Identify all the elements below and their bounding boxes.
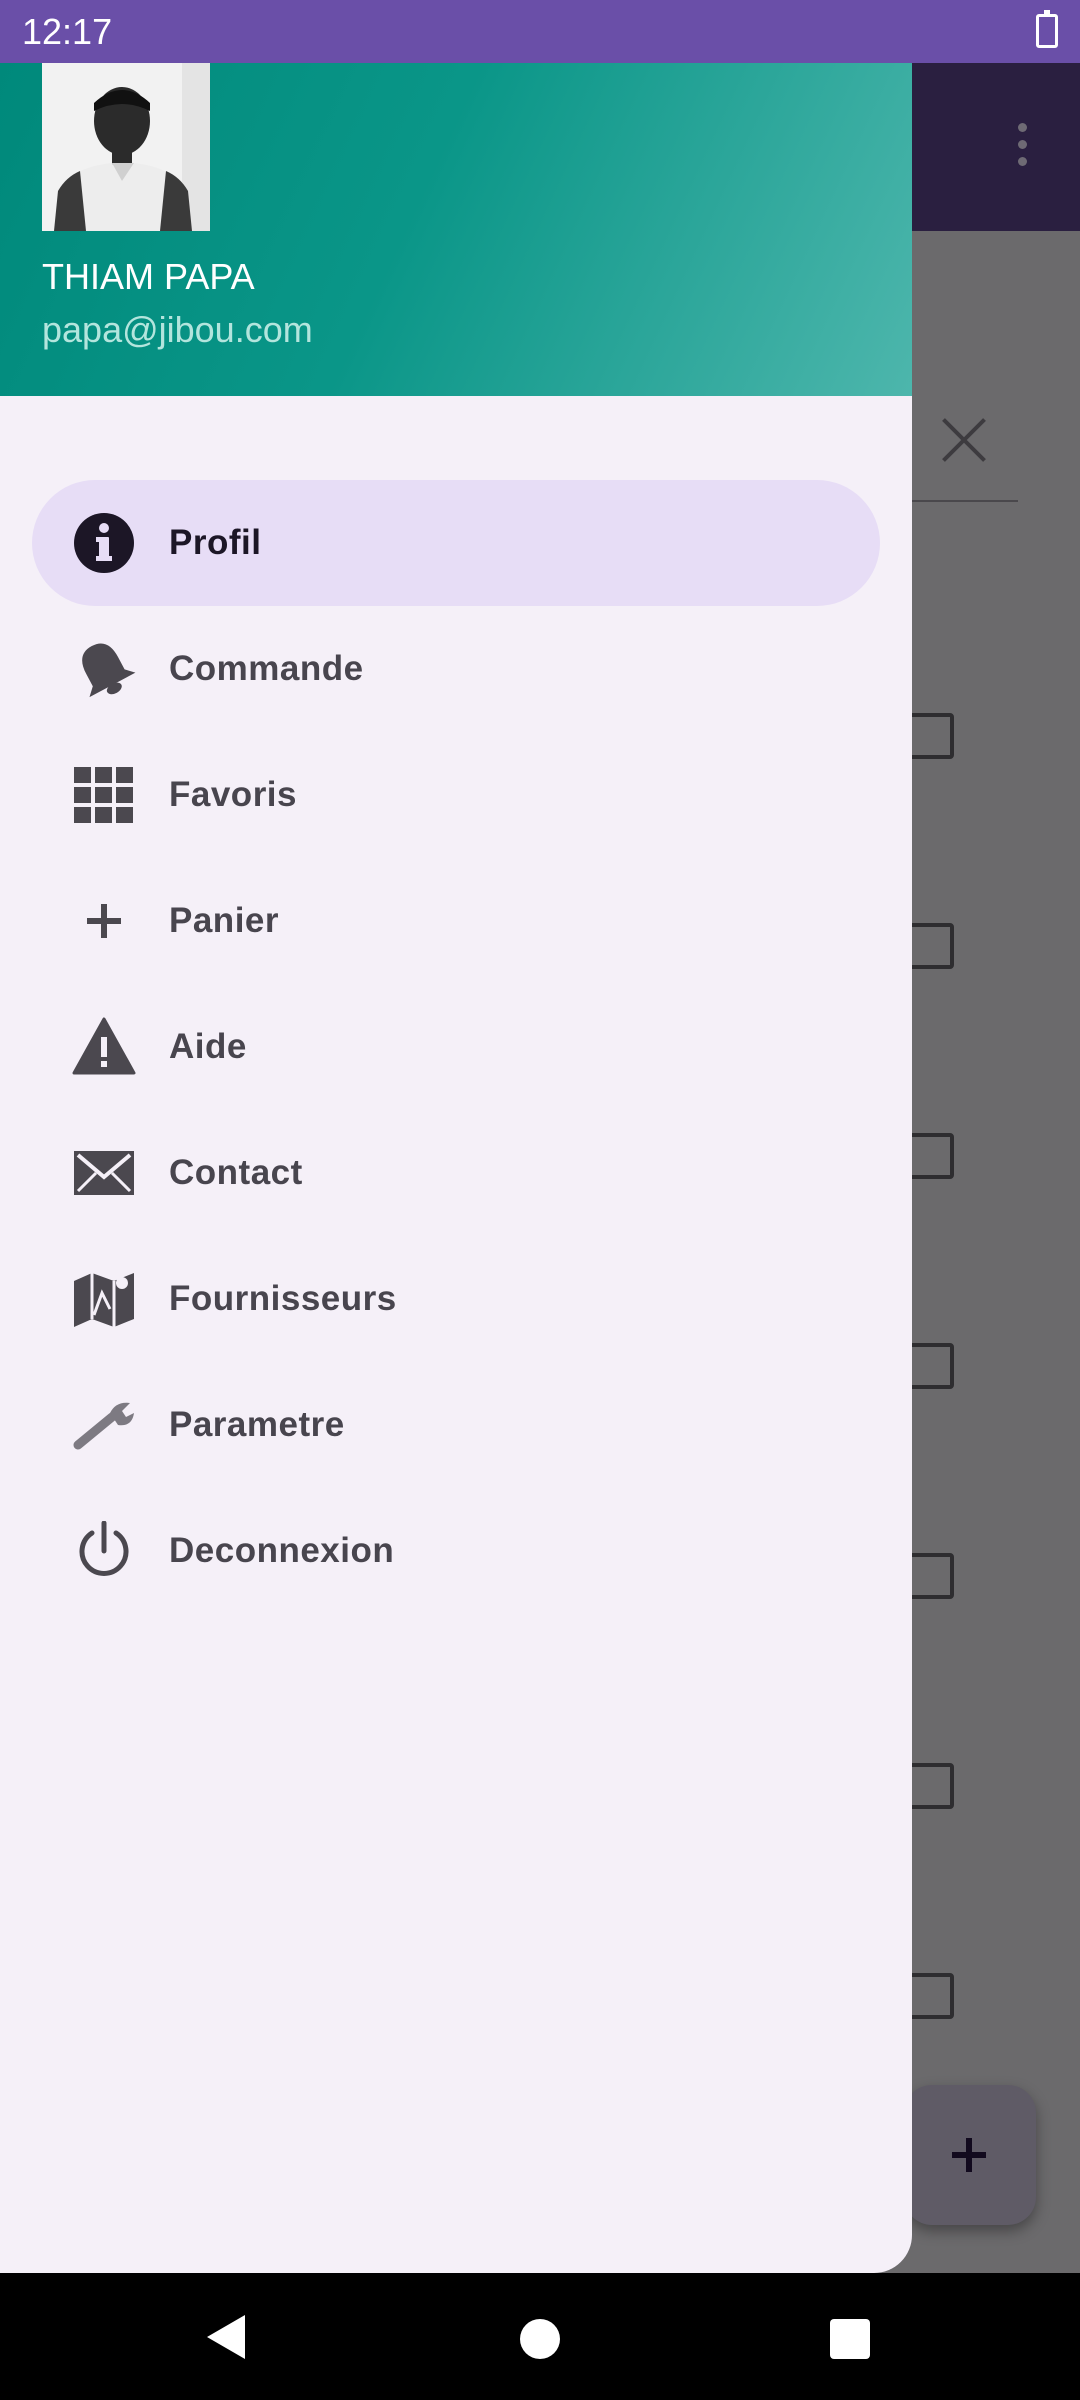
menu-item-label: Profil xyxy=(169,523,262,562)
back-button[interactable] xyxy=(205,2313,249,2361)
menu-item-label: Fournisseurs xyxy=(169,1279,397,1318)
avatar[interactable] xyxy=(42,63,210,231)
background-checkbox xyxy=(908,1973,954,2019)
system-navigation-bar xyxy=(0,2273,1080,2400)
menu-item-contact[interactable]: Contact xyxy=(32,1110,880,1236)
plus-icon xyxy=(72,891,136,951)
bell-icon xyxy=(72,639,136,699)
menu-item-label: Parametre xyxy=(169,1405,345,1444)
menu-item-label: Contact xyxy=(169,1153,303,1192)
menu-item-fournisseurs[interactable]: Fournisseurs xyxy=(32,1236,880,1362)
background-checkbox xyxy=(908,1553,954,1599)
drawer-header: THIAM PAPA papa@jibou.com xyxy=(0,63,912,396)
menu-item-profil[interactable]: Profil xyxy=(32,480,880,606)
recents-button[interactable] xyxy=(830,2319,870,2359)
menu-item-deconnexion[interactable]: Deconnexion xyxy=(32,1488,880,1614)
menu-item-label: Commande xyxy=(169,649,364,688)
menu-item-label: Favoris xyxy=(169,775,297,814)
battery-icon xyxy=(1036,10,1058,48)
mail-icon xyxy=(72,1143,136,1203)
menu-item-parametre[interactable]: Parametre xyxy=(32,1362,880,1488)
info-icon xyxy=(72,513,136,573)
menu-item-label: Deconnexion xyxy=(169,1531,395,1570)
home-button[interactable] xyxy=(520,2319,560,2359)
map-icon xyxy=(72,1269,136,1329)
power-icon xyxy=(72,1521,136,1581)
background-checkbox xyxy=(908,1343,954,1389)
status-time: 12:17 xyxy=(22,11,113,52)
background-checkbox xyxy=(908,1763,954,1809)
background-checkbox xyxy=(908,923,954,969)
wrench-icon xyxy=(72,1395,136,1455)
menu-item-panier[interactable]: Panier xyxy=(32,858,880,984)
menu-item-commande[interactable]: Commande xyxy=(32,606,880,732)
more-options-icon xyxy=(1012,123,1032,175)
menu-item-label: Aide xyxy=(169,1027,247,1066)
warning-icon xyxy=(72,1017,136,1077)
user-name: THIAM PAPA xyxy=(42,256,255,297)
grid-icon xyxy=(72,765,136,825)
menu-item-label: Panier xyxy=(169,901,279,940)
background-checkbox xyxy=(908,1133,954,1179)
user-email: papa@jibou.com xyxy=(42,309,313,350)
close-icon xyxy=(940,415,990,465)
menu-item-favoris[interactable]: Favoris xyxy=(32,732,880,858)
add-fab xyxy=(904,2085,1036,2225)
status-bar: 12:17 xyxy=(0,0,1080,63)
navigation-drawer: THIAM PAPA papa@jibou.com Profil Command… xyxy=(0,63,912,2273)
menu-item-aide[interactable]: Aide xyxy=(32,984,880,1110)
background-checkbox xyxy=(908,713,954,759)
